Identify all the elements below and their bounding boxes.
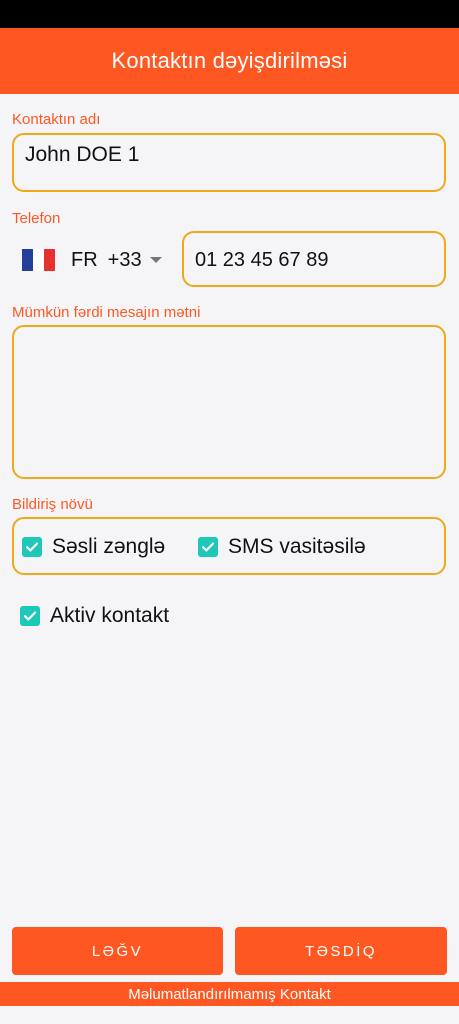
app-bar: Kontaktın dəyişdirilməsi [0,28,459,94]
notification-type-group: Səsli zənglə SMS vasitəsilə [12,517,446,575]
footer-status: Məlumatlandırılmamış Kontakt [0,982,459,1006]
contact-name-label: Kontaktın adı [12,111,101,128]
voice-call-option[interactable]: Səsli zənglə [22,535,165,559]
country-code-selector[interactable]: FR +33 [22,246,162,274]
status-bar [0,0,459,28]
check-icon [23,611,37,621]
country-code: FR [71,248,98,271]
phone-label: Telefon [12,210,61,227]
screen: Kontaktın dəyişdirilməsi Kontaktın adı J… [0,0,459,1024]
dial-code: +33 [107,248,142,271]
contact-name-input[interactable]: John DOE 1 [12,133,446,192]
message-textarea[interactable] [12,325,446,479]
notification-type-label: Bildiriş növü [12,496,93,513]
active-contact-option[interactable]: Aktiv kontakt [20,604,169,628]
sms-option[interactable]: SMS vasitəsilə [198,535,366,559]
confirm-button[interactable]: TƏSDİQ [235,927,447,975]
voice-call-label: Səsli zənglə [52,535,166,558]
dropdown-arrow-icon [149,257,162,263]
sms-label: SMS vasitəsilə [228,535,366,558]
footer-text: Məlumatlandırılmamış Kontakt [128,985,331,1003]
sms-checkbox[interactable] [198,537,218,557]
message-label: Mümkün fərdi mesajın mətni [12,304,201,321]
active-contact-label: Aktiv kontakt [50,604,170,627]
france-flag-icon [22,249,55,271]
contact-name-value: John DOE 1 [25,143,140,166]
active-contact-checkbox[interactable] [20,606,40,626]
voice-call-checkbox[interactable] [22,537,42,557]
cancel-button[interactable]: LƏĞV [12,927,223,975]
phone-number-input[interactable]: 01 23 45 67 89 [182,231,446,287]
check-icon [25,542,39,552]
page-title: Kontaktın dəyişdirilməsi [111,48,348,73]
check-icon [201,542,215,552]
phone-number-value: 01 23 45 67 89 [195,249,329,271]
